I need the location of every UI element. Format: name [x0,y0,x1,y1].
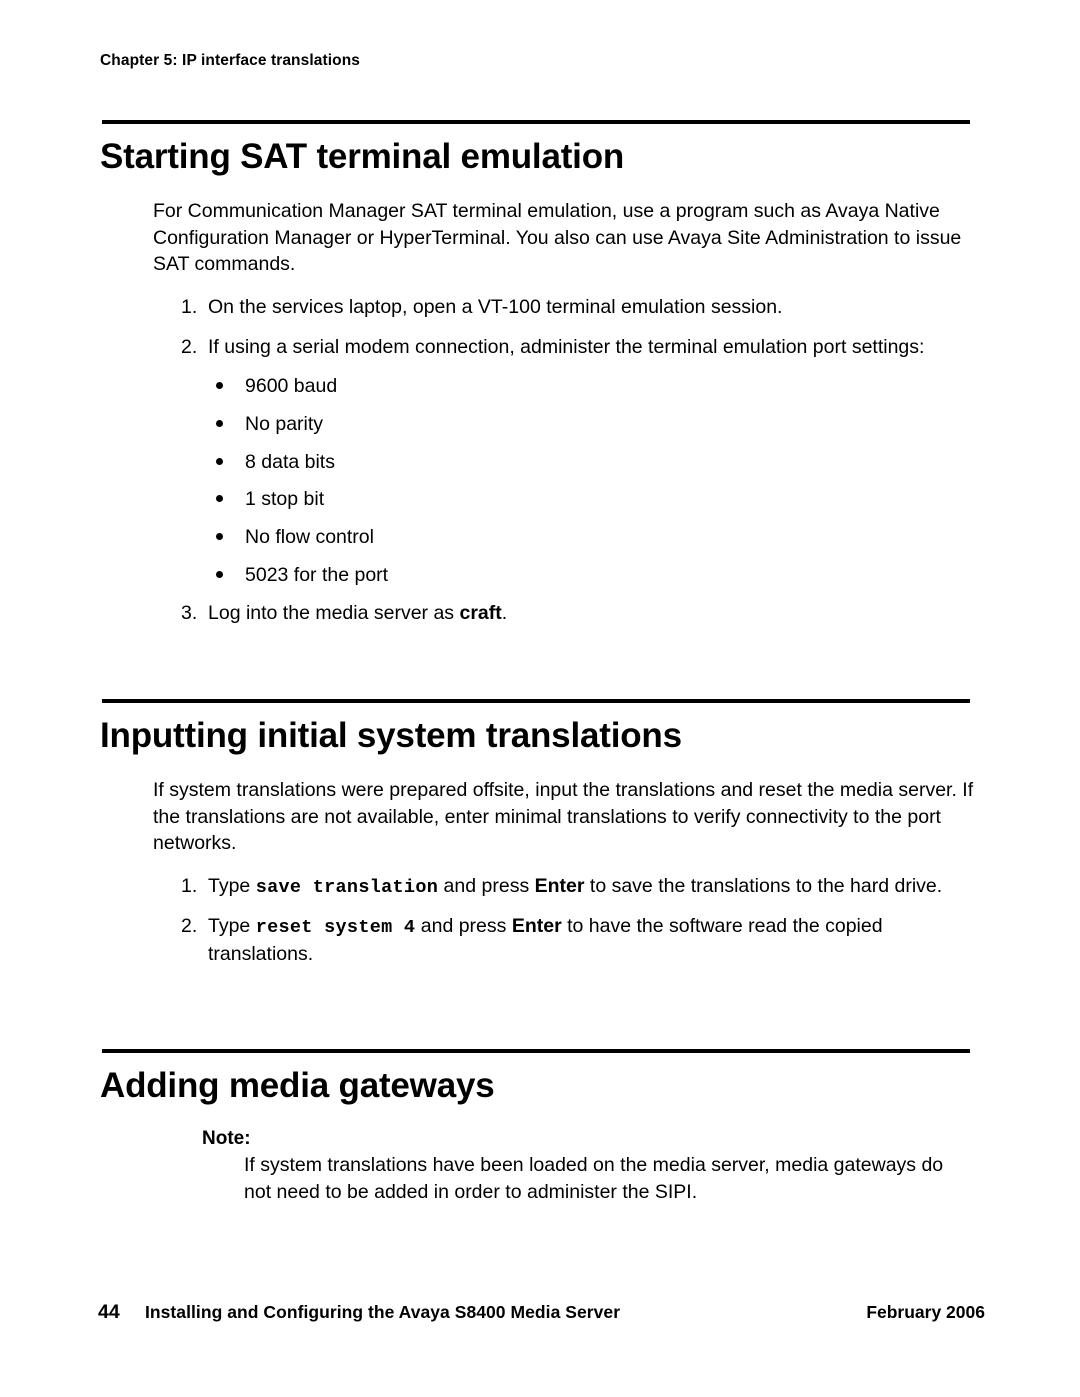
command-text: save translation [255,877,439,899]
list-marker: 1. [181,295,198,318]
list-item: 1. Type save translation and press Enter… [0,873,1080,900]
bullet-text: 5023 for the port [245,563,389,586]
procedure-list: 1. Type save translation and press Enter… [0,873,1080,967]
list-item-text: Type save translation and press Enter to… [208,875,943,899]
list-item: 9600 baud [0,373,1080,400]
step-text-before: Type [208,875,256,898]
footer-date: February 2006 [866,1302,985,1322]
note-body: If system translations have been loaded … [244,1154,944,1204]
list-item: 1. On the services laptop, open a VT-100… [0,294,1080,321]
bullet-icon [216,533,223,541]
step-text-after: . [501,601,508,624]
list-item: No flow control [0,524,1080,551]
section-intro-paragraph: For Communication Manager SAT terminal e… [153,199,962,276]
command-text: reset system 4 [255,917,416,939]
list-item: 3. Log into the media server as craft. [0,600,1080,627]
list-item: 1 stop bit [0,486,1080,513]
list-item: 2. If using a serial modem connection, a… [0,334,1080,361]
page-content: Starting SAT terminal emulation For Comm… [0,120,1080,1206]
list-item-text: Log into the media server as craft. [208,602,507,624]
step-text-mid: and press [415,915,512,938]
bullet-icon [216,570,223,578]
step-text-mid: and press [438,875,535,898]
list-item-text: If using a serial modem connection, admi… [208,335,925,358]
section-adding-media-gateways: Adding media gateways Note: If system tr… [0,1048,1080,1206]
footer-document-title: Installing and Configuring the Avaya S84… [145,1302,621,1322]
bullet-text: 9600 baud [245,375,338,398]
document-page: Chapter 5: IP interface translations Sta… [0,0,1080,1397]
key-label: Enter [511,915,562,938]
list-marker: 1. [181,875,198,898]
section-starting-sat-terminal-emulation: Starting SAT terminal emulation For Comm… [0,120,1080,626]
port-settings-bullet-list: 9600 baud No parity 8 data bits 1 stop b… [0,373,1080,588]
bullet-text: 1 stop bit [245,488,325,511]
step-bold-term: craft [459,601,502,624]
list-marker: 3. [181,601,198,624]
bullet-icon [216,495,223,503]
section-intro-paragraph: If system translations were prepared off… [153,779,974,855]
footer-page-number: 44 [98,1301,120,1323]
page-footer: 44 Installing and Configuring the Avaya … [0,1301,1080,1325]
list-item-text: On the services laptop, open a VT-100 te… [208,295,783,318]
key-label: Enter [534,875,585,898]
section-heading: Starting SAT terminal emulation [100,137,625,176]
bullet-text: No flow control [245,526,374,549]
list-item: 8 data bits [0,449,1080,476]
bullet-text: 8 data bits [245,450,335,473]
bullet-icon [216,420,223,428]
section-heading: Inputting initial system translations [100,716,682,756]
note-label: Note: [202,1128,251,1150]
procedure-list-continued: 3. Log into the media server as craft. [0,600,1080,627]
running-header: Chapter 5: IP interface translations [100,52,361,69]
list-item-text: Type reset system 4 and press Enter to h… [208,915,883,964]
section-heading: Adding media gateways [100,1065,495,1105]
list-marker: 2. [181,915,198,938]
bullet-text: No parity [245,413,324,436]
list-item: 5023 for the port [0,562,1080,589]
bullet-icon [216,382,223,390]
list-marker: 2. [181,335,198,358]
bullet-icon [216,457,223,465]
list-item: 2. Type reset system 4 and press Enter t… [0,913,1080,967]
note-block: Note: If system translations have been l… [0,1128,1080,1205]
step-text-after: to save the translations to the hard dri… [584,875,943,898]
section-inputting-initial-system-translations: Inputting initial system translations If… [0,699,1080,967]
procedure-list: 1. On the services laptop, open a VT-100… [0,294,1080,360]
list-item: No parity [0,411,1080,438]
step-text-before: Log into the media server as [208,601,460,624]
step-text-before: Type [208,915,256,938]
